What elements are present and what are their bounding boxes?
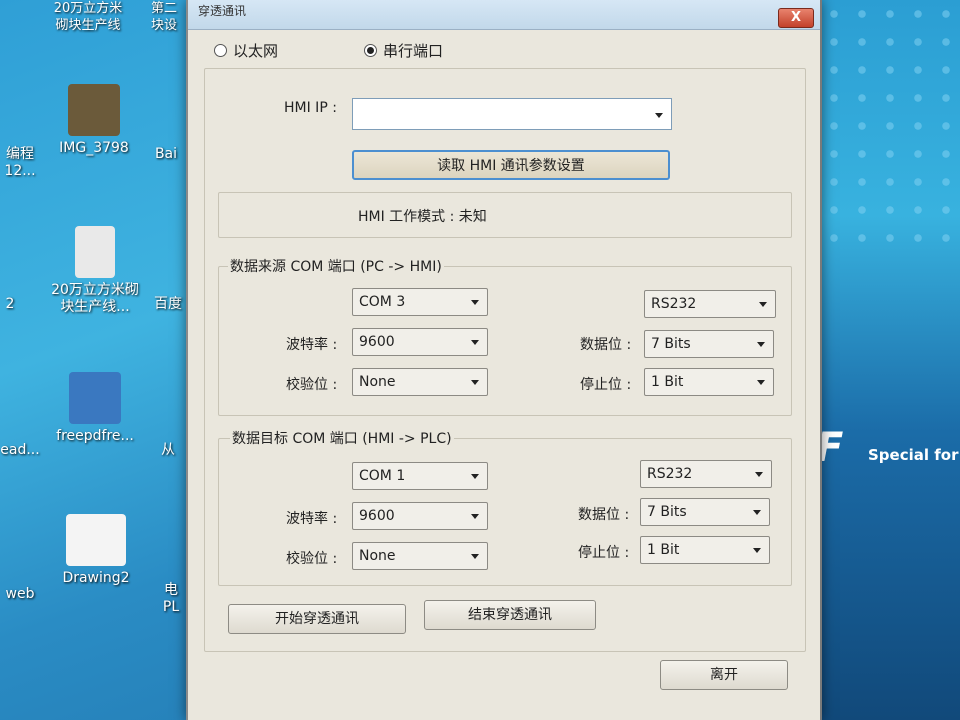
chevron-down-icon xyxy=(467,545,483,567)
work-mode-text: HMI 工作模式 : 未知 xyxy=(358,209,487,225)
source-stopbits-select[interactable]: 1 Bit xyxy=(644,368,774,396)
desktop-icon-clipped[interactable]: 编程 12... xyxy=(0,146,40,180)
desktop-icon-label: 20万立方米砌块生产线... xyxy=(51,282,139,315)
desktop-icon-clipped[interactable]: 20万立方米 砌块生产线 xyxy=(40,0,136,34)
hmi-ip-input[interactable] xyxy=(352,98,672,130)
source-baud-select[interactable]: 9600 xyxy=(352,328,488,356)
chevron-down-icon xyxy=(751,463,767,485)
target-databits-label: 数据位 : xyxy=(578,507,630,523)
desktop-icon-clipped[interactable]: 第二 块设 xyxy=(142,0,186,34)
desktop-icon-clipped[interactable]: web xyxy=(0,586,40,603)
desktop-icon-clipped[interactable]: 2 xyxy=(0,296,20,313)
source-section-title: 数据来源 COM 端口 (PC -> HMI) xyxy=(228,256,444,276)
source-baud-label: 波特率 : xyxy=(286,337,338,353)
passthrough-dialog: 穿透通讯 X 以太网 串行端口 HMI IP : 读取 HMI 通讯参数设置 H… xyxy=(186,0,822,720)
target-parity-select[interactable]: None xyxy=(352,542,488,570)
chevron-down-icon xyxy=(753,371,769,393)
chevron-down-icon[interactable] xyxy=(651,104,667,126)
target-parity-label: 校验位 : xyxy=(286,551,338,567)
target-interface-select[interactable]: RS232 xyxy=(640,460,772,488)
chevron-down-icon xyxy=(467,465,483,487)
target-port-select[interactable]: COM 1 xyxy=(352,462,488,490)
chevron-down-icon xyxy=(753,333,769,355)
target-section-title: 数据目标 COM 端口 (HMI -> PLC) xyxy=(230,428,454,448)
source-parity-select[interactable]: None xyxy=(352,368,488,396)
radio-selected-icon xyxy=(364,44,377,57)
desktop-icon-clipped[interactable]: 百度 xyxy=(150,296,186,313)
chevron-down-icon xyxy=(749,539,765,561)
source-parity-label: 校验位 : xyxy=(286,377,338,393)
desktop-icon-img[interactable]: IMG_3798 xyxy=(54,84,134,157)
target-stopbits-label: 停止位 : xyxy=(578,545,630,561)
drawing-file-icon xyxy=(66,514,126,566)
target-stopbits-select[interactable]: 1 Bit xyxy=(640,536,770,564)
close-button[interactable]: X xyxy=(778,8,814,28)
start-passthrough-button[interactable]: 开始穿透通讯 xyxy=(228,604,406,634)
target-databits-select[interactable]: 7 Bits xyxy=(640,498,770,526)
desktop-icon-label: Drawing2 xyxy=(62,570,130,586)
source-port-select[interactable]: COM 3 xyxy=(352,288,488,316)
radio-ethernet[interactable]: 以太网 xyxy=(214,40,278,61)
chevron-down-icon xyxy=(467,371,483,393)
source-interface-select[interactable]: RS232 xyxy=(644,290,776,318)
source-databits-select[interactable]: 7 Bits xyxy=(644,330,774,358)
brand-logo-icon: F xyxy=(816,425,844,471)
desktop-icon-clipped[interactable]: ead... xyxy=(0,442,40,459)
image-file-icon xyxy=(68,84,120,136)
desktop-icon-drawing[interactable]: Drawing2 xyxy=(56,514,136,587)
desktop-icon-doc[interactable]: 20万立方米砌块生产线... xyxy=(50,226,140,316)
chevron-down-icon xyxy=(467,331,483,353)
desktop-icon-label: IMG_3798 xyxy=(59,140,129,156)
chevron-down-icon xyxy=(755,293,771,315)
chevron-down-icon xyxy=(467,505,483,527)
chevron-down-icon xyxy=(467,291,483,313)
exit-button[interactable]: 离开 xyxy=(660,660,788,690)
desktop-icon-pdf[interactable]: freepdfre... xyxy=(50,372,140,445)
title-bar[interactable]: 穿透通讯 X xyxy=(188,0,820,30)
source-databits-label: 数据位 : xyxy=(580,337,632,353)
hmi-ip-label: HMI IP : xyxy=(284,100,337,116)
desktop-pattern xyxy=(820,0,960,260)
desktop-icon-clipped[interactable]: Bai xyxy=(146,146,186,163)
desktop-icon-label: freepdfre... xyxy=(56,428,134,444)
read-hmi-settings-button[interactable]: 读取 HMI 通讯参数设置 xyxy=(352,150,670,180)
installer-disc-icon xyxy=(69,372,121,424)
radio-ethernet-label: 以太网 xyxy=(233,42,279,60)
chevron-down-icon xyxy=(749,501,765,523)
desktop-icon-clipped[interactable]: 从 xyxy=(150,442,186,459)
radio-serial[interactable]: 串行端口 xyxy=(364,40,443,61)
work-mode-box xyxy=(218,192,792,238)
target-baud-select[interactable]: 9600 xyxy=(352,502,488,530)
source-stopbits-label: 停止位 : xyxy=(580,377,632,393)
brand-text: Special for xyxy=(868,446,959,464)
stop-passthrough-button[interactable]: 结束穿透通讯 xyxy=(424,600,596,630)
radio-serial-label: 串行端口 xyxy=(383,42,444,60)
radio-icon xyxy=(214,44,227,57)
document-file-icon xyxy=(75,226,115,278)
desktop-icon-clipped[interactable]: 电 PL xyxy=(156,582,186,616)
dialog-title: 穿透通讯 xyxy=(198,4,247,18)
target-baud-label: 波特率 : xyxy=(286,511,338,527)
